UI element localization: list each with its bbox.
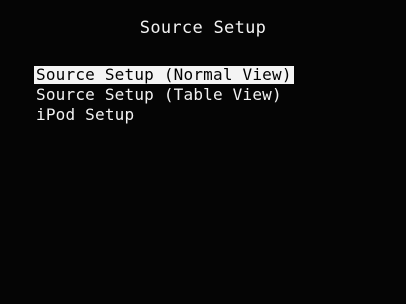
screen-title: Source Setup bbox=[139, 18, 267, 38]
menu-list: Source Setup (Normal View) Source Setup … bbox=[34, 66, 294, 126]
menu-item-source-setup-normal-view[interactable]: Source Setup (Normal View) bbox=[34, 66, 294, 84]
osd-screen: Source Setup Source Setup (Normal View) … bbox=[0, 0, 406, 304]
menu-item-ipod-setup[interactable]: iPod Setup bbox=[34, 106, 294, 124]
menu-item-source-setup-table-view[interactable]: Source Setup (Table View) bbox=[34, 86, 294, 104]
